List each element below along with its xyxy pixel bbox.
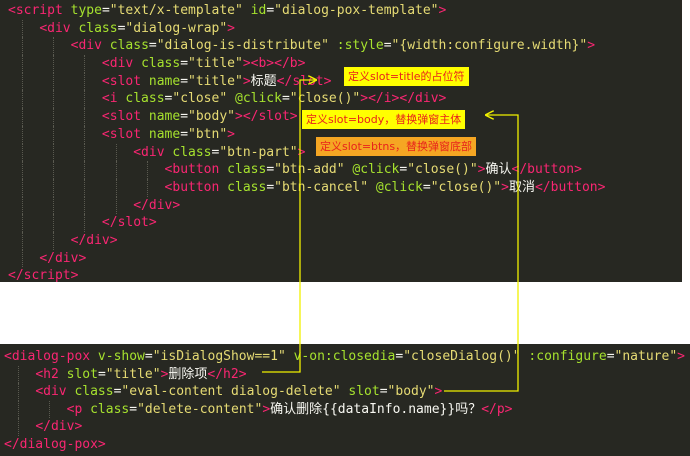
- arrow-body: [444, 115, 519, 392]
- connector-arrows: [262, 0, 519, 392]
- arrow-title: [262, 80, 316, 373]
